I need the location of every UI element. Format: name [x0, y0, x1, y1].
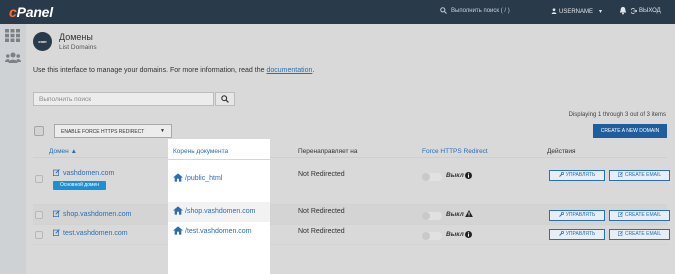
edit-icon — [617, 212, 623, 217]
document-root-link[interactable]: /shop.vashdomen.com — [173, 206, 255, 215]
table-row: vashdomen.com Основной домен Not Redirec… — [33, 163, 670, 205]
doc-root-cell: /public_html — [168, 160, 270, 202]
toggle-knob — [422, 232, 430, 240]
toggle-knob — [422, 212, 430, 220]
bulk-action-select[interactable]: ENABLE FORCE HTTPS REDIRECT ▼ — [54, 124, 172, 138]
table-row: shop.vashdomen.com Not Redirected Выкл У… — [33, 205, 670, 225]
edit-icon — [53, 210, 60, 217]
column-redirects[interactable]: Перенаправляет на — [298, 148, 357, 155]
sort-asc-icon: ▲ — [70, 148, 78, 155]
https-toggle[interactable] — [422, 173, 442, 181]
page-title: Домены — [59, 32, 93, 42]
doc-root-cell: /test.vashdomen.com — [168, 222, 270, 242]
manage-button[interactable]: УПРАВЛЯТЬ — [549, 210, 605, 221]
username-label: USERNAME — [559, 9, 594, 15]
wrench-icon — [558, 211, 564, 217]
domain-link[interactable]: vashdomen.com — [53, 169, 114, 177]
document-root-link[interactable]: /public_html — [173, 173, 222, 182]
home-icon — [173, 206, 183, 215]
logout-icon — [631, 8, 637, 14]
home-icon — [173, 173, 183, 182]
chevron-down-icon: ▾ — [599, 9, 603, 15]
domain-search-button[interactable] — [215, 92, 235, 106]
edit-icon — [617, 172, 623, 177]
info-icon[interactable] — [465, 172, 472, 179]
edit-icon — [617, 231, 623, 236]
https-state: Выкл — [446, 231, 464, 238]
create-email-button[interactable]: CREATE EMAIL — [609, 170, 670, 181]
pagination-summary: Displaying 1 through 3 out of 3 items — [568, 112, 666, 118]
create-email-button[interactable]: CREATE EMAIL — [609, 229, 670, 240]
wrench-icon — [558, 230, 564, 236]
https-state: Выкл — [446, 172, 464, 179]
documentation-link[interactable]: documentation — [266, 67, 312, 74]
home-icon — [173, 226, 183, 235]
warning-icon[interactable] — [465, 210, 473, 217]
user-icon — [551, 8, 557, 14]
grid-icon[interactable] — [5, 29, 20, 42]
main-content: com Домены List Domains Use this interfa… — [26, 24, 675, 274]
domain-search-input[interactable]: Выполнить поиск — [33, 92, 214, 106]
row-checkbox[interactable] — [35, 175, 43, 183]
intro-text: Use this interface to manage your domain… — [33, 67, 315, 74]
logout-label: ВЫХОД — [639, 8, 661, 14]
redirect-status: Not Redirected — [298, 208, 345, 215]
https-toggle[interactable] — [422, 212, 442, 220]
redirect-status: Not Redirected — [298, 228, 345, 235]
manage-button[interactable]: УПРАВЛЯТЬ — [549, 229, 605, 240]
sidebar — [0, 24, 26, 274]
wrench-icon — [558, 171, 564, 177]
logout-button[interactable]: ВЫХОД — [631, 8, 661, 14]
page-subtitle: List Domains — [59, 44, 97, 51]
row-checkbox[interactable] — [35, 211, 43, 219]
create-domain-button[interactable]: CREATE A NEW DOMAIN — [593, 124, 667, 138]
edit-icon — [53, 229, 60, 236]
select-all-checkbox[interactable] — [34, 126, 44, 136]
manage-button[interactable]: УПРАВЛЯТЬ — [549, 170, 605, 181]
info-icon[interactable] — [465, 231, 472, 238]
document-root-link[interactable]: /test.vashdomen.com — [173, 226, 252, 235]
column-document-root[interactable]: Корень документа — [173, 148, 228, 155]
column-https[interactable]: Force HTTPS Redirect — [422, 148, 488, 155]
search-icon — [221, 95, 229, 103]
edit-icon — [53, 169, 60, 176]
table-header: Домен ▲ Перенаправляет на Force HTTPS Re… — [33, 146, 667, 158]
doc-root-cell: /shop.vashdomen.com — [168, 202, 270, 222]
users-icon[interactable] — [5, 52, 21, 63]
domain-link[interactable]: test.vashdomen.com — [53, 229, 128, 237]
bell-icon[interactable] — [619, 6, 627, 15]
global-search[interactable]: Выполнить поиск ( / ) — [440, 7, 510, 14]
global-search-placeholder: Выполнить поиск ( / ) — [451, 8, 510, 14]
create-email-button[interactable]: CREATE EMAIL — [609, 210, 670, 221]
redirect-status: Not Redirected — [298, 171, 345, 178]
https-toggle[interactable] — [422, 232, 442, 240]
caret-down-icon: ▼ — [160, 128, 165, 134]
domain-link[interactable]: shop.vashdomen.com — [53, 210, 131, 218]
column-actions: Действия — [547, 148, 576, 155]
table-row: test.vashdomen.com Not Redirected Выкл У… — [33, 225, 670, 245]
cpanel-logo[interactable]: cPanel — [9, 4, 53, 20]
row-checkbox[interactable] — [35, 231, 43, 239]
top-bar: cPanel Выполнить поиск ( / ) USERNAME ▾ В… — [0, 0, 675, 24]
search-icon — [440, 7, 447, 14]
https-state: Выкл — [446, 211, 464, 218]
user-menu[interactable]: USERNAME ▾ — [551, 8, 603, 15]
domains-page-icon: com — [33, 32, 52, 51]
primary-domain-badge: Основной домен — [53, 181, 106, 190]
document-root-column: Корень документа /public_html /shop.vash… — [168, 139, 270, 274]
column-domain[interactable]: Домен ▲ — [49, 148, 77, 155]
toggle-knob — [422, 173, 430, 181]
